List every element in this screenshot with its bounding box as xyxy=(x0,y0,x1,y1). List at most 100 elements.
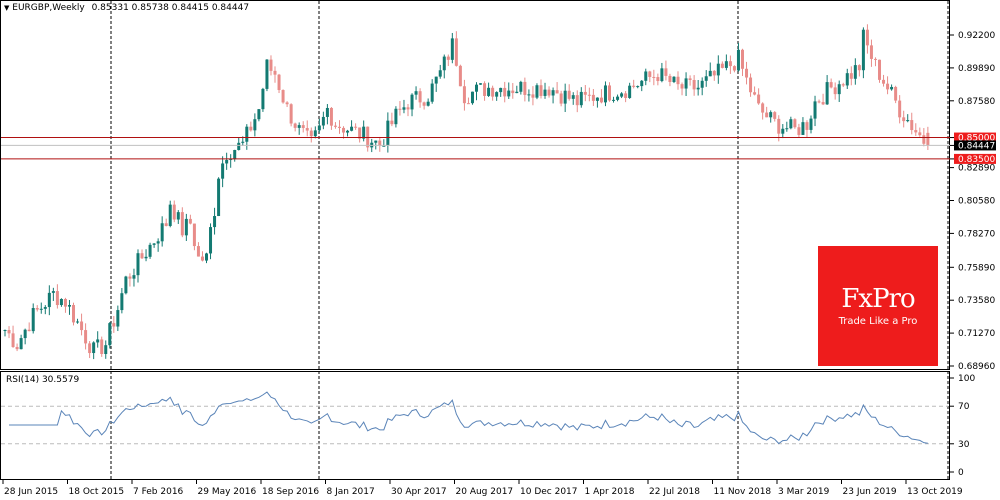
candle-body xyxy=(906,120,910,122)
candle-body xyxy=(237,142,241,150)
date-tick-label: 29 May 2016 xyxy=(198,487,257,497)
candle-body xyxy=(833,87,837,95)
date-tick-label: 8 Jan 2017 xyxy=(327,487,375,497)
candle-body xyxy=(337,126,341,128)
candle-body xyxy=(684,78,688,89)
candle-body xyxy=(164,223,168,226)
candle-body xyxy=(668,75,672,83)
candle-body xyxy=(845,73,849,86)
candle-body xyxy=(184,218,188,236)
candle-body xyxy=(700,80,704,88)
candle-body xyxy=(857,65,861,71)
candle-body xyxy=(3,330,7,332)
candle-body xyxy=(11,333,15,347)
candle-body xyxy=(910,120,914,131)
candle-body xyxy=(664,68,668,76)
candle-body xyxy=(583,91,587,95)
candle-body xyxy=(442,56,446,71)
price-tick-label: 0.87580 xyxy=(958,97,995,107)
candle-body xyxy=(761,103,765,113)
date-tick-label: 11 Nov 2018 xyxy=(714,487,772,497)
candle-body xyxy=(160,223,164,242)
candle-body xyxy=(886,83,890,90)
price-tick-label: 0.71270 xyxy=(958,329,995,339)
candle-body xyxy=(567,90,571,99)
candle-body xyxy=(825,82,829,105)
candle-body xyxy=(475,84,479,92)
candle-body xyxy=(366,126,370,148)
candle-body xyxy=(386,120,390,146)
candle-body xyxy=(724,61,728,68)
rsi-tick-label: 30 xyxy=(958,440,970,450)
price-tick-label: 0.68960 xyxy=(958,362,995,372)
candle-body xyxy=(100,339,104,355)
candle-body xyxy=(269,59,273,71)
candle-body xyxy=(757,94,761,104)
date-tick-label: 7 Feb 2016 xyxy=(133,487,184,497)
candle-body xyxy=(257,109,261,120)
logo-tagline: Trade Like a Pro xyxy=(838,316,918,327)
ohlc-readout: 0.85331 0.85738 0.84415 0.84447 xyxy=(91,3,250,13)
candle-body xyxy=(644,71,648,81)
candle-body xyxy=(80,321,84,331)
candle-body xyxy=(869,45,873,59)
candle-body xyxy=(511,90,515,94)
candle-body xyxy=(466,103,470,105)
candle-body xyxy=(245,126,249,142)
candle-body xyxy=(612,99,616,101)
candle-body xyxy=(579,91,583,106)
candle-body xyxy=(265,59,269,89)
candle-body xyxy=(539,85,543,96)
date-tick-label: 22 Jul 2018 xyxy=(649,487,700,497)
candle-body xyxy=(144,256,148,259)
candle-body xyxy=(221,163,225,179)
rsi-tick-label: 70 xyxy=(958,402,970,412)
candle-body xyxy=(648,71,652,77)
candle-body xyxy=(104,345,108,355)
candle-body xyxy=(358,127,362,139)
candle-body xyxy=(317,125,321,131)
candle-body xyxy=(209,227,213,254)
candle-body xyxy=(59,298,63,306)
date-tick-label: 28 Jun 2015 xyxy=(4,487,58,497)
candle-body xyxy=(422,102,426,106)
triangle-down-icon[interactable]: ▼ xyxy=(4,4,9,12)
candle-body xyxy=(801,122,805,135)
candle-body xyxy=(531,94,535,98)
candle-body xyxy=(168,204,172,226)
date-tick-label: 1 Apr 2018 xyxy=(585,487,635,497)
candle-body xyxy=(172,204,176,220)
candle-body xyxy=(595,97,599,101)
candle-body xyxy=(769,112,773,118)
candle-body xyxy=(926,132,930,146)
candle-body xyxy=(809,118,813,130)
candle-body xyxy=(470,91,474,104)
date-tick-label: 23 Jun 2019 xyxy=(843,487,897,497)
candle-body xyxy=(188,218,192,224)
candle-body xyxy=(394,108,398,125)
candle-body xyxy=(273,70,277,75)
candle-body xyxy=(785,128,789,130)
candle-body xyxy=(894,86,898,101)
candle-body xyxy=(632,85,636,87)
candle-body xyxy=(23,329,27,339)
candle-body xyxy=(736,49,740,71)
candle-body xyxy=(76,321,80,323)
candle-body xyxy=(354,126,358,128)
price-tick-label: 0.89890 xyxy=(958,64,995,74)
candle-body xyxy=(483,83,487,96)
candle-body xyxy=(96,339,100,343)
candle-body xyxy=(192,223,196,247)
candle-body xyxy=(200,256,204,261)
candle-body xyxy=(543,89,547,96)
candle-body xyxy=(297,125,301,128)
candle-body xyxy=(450,38,454,60)
candle-body xyxy=(132,275,136,279)
candle-body xyxy=(35,308,39,310)
candle-body xyxy=(92,342,96,354)
candle-body xyxy=(599,97,603,103)
candle-body xyxy=(740,49,744,69)
candle-body xyxy=(19,338,23,350)
candle-body xyxy=(213,216,217,228)
candle-body xyxy=(293,123,297,128)
